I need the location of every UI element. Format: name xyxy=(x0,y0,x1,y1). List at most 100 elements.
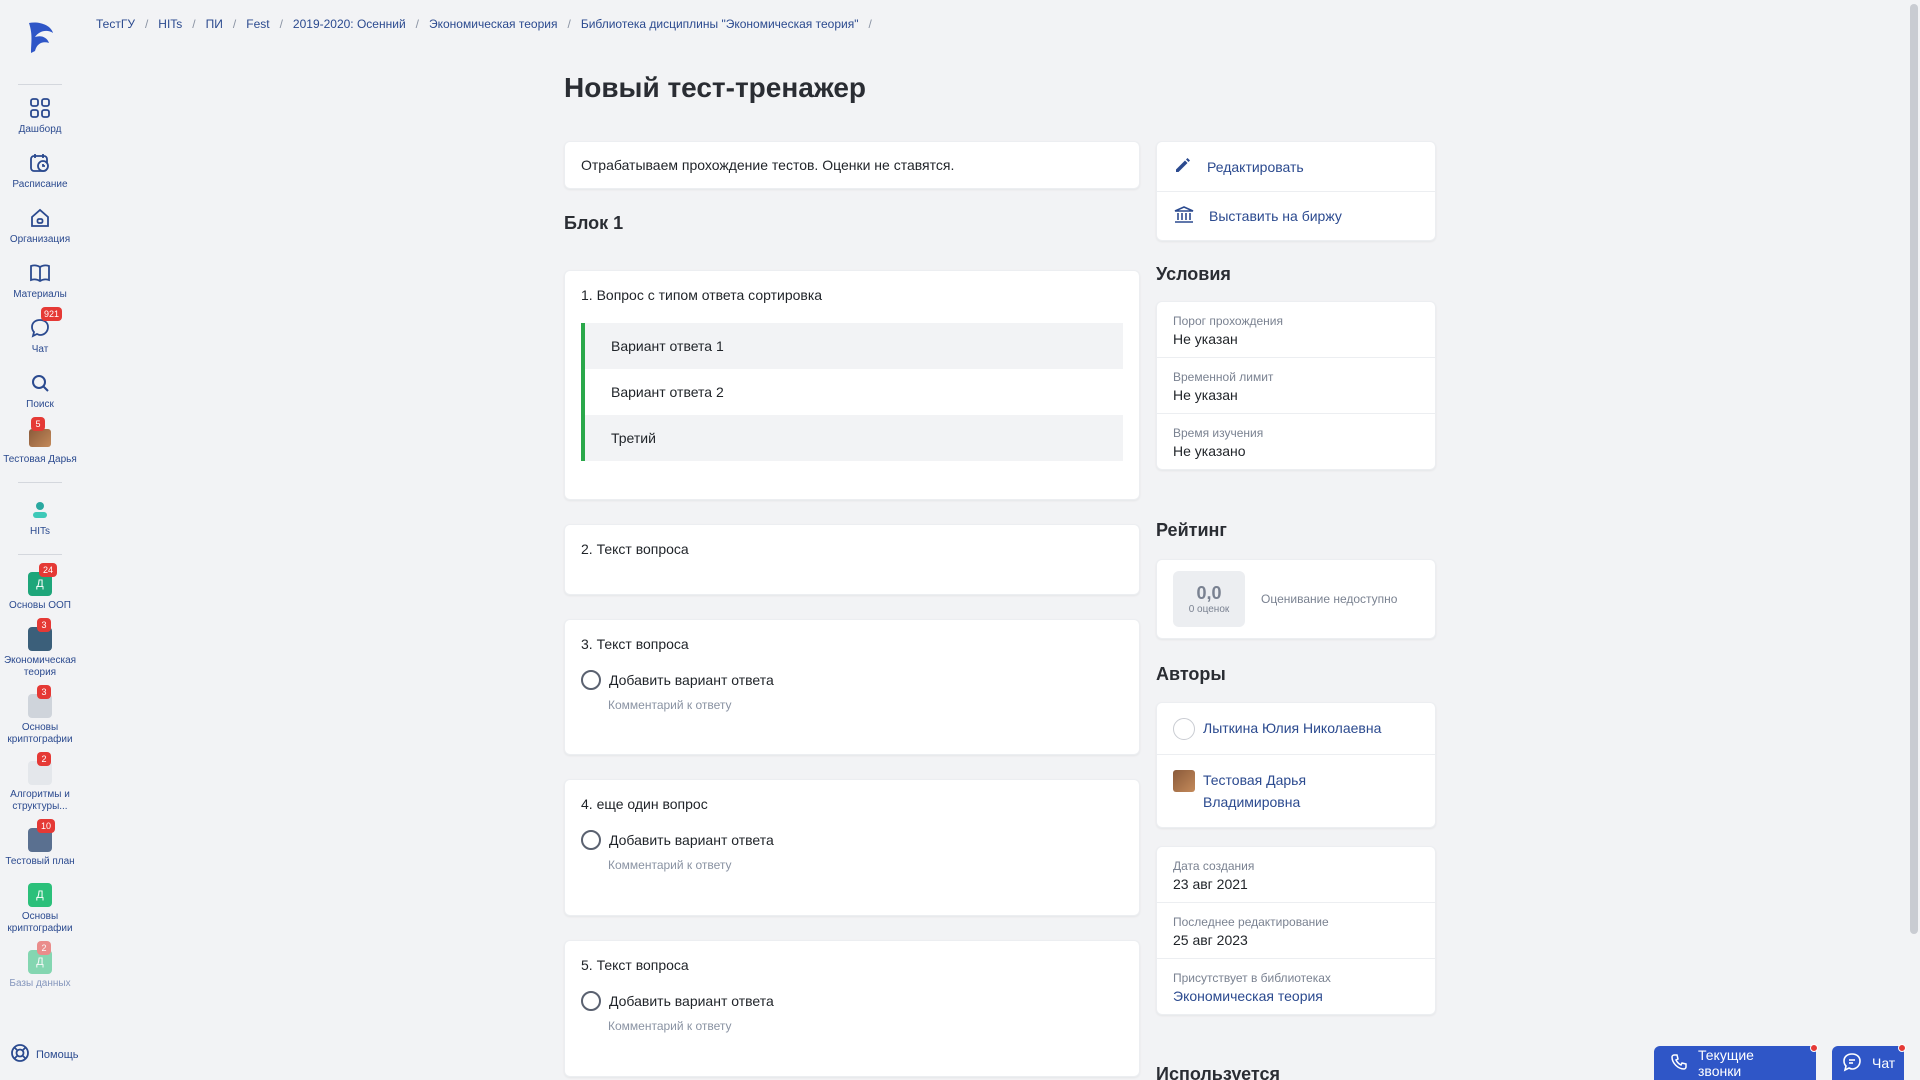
sidebar-item-search[interactable]: Поиск xyxy=(0,370,80,411)
answer-option[interactable]: Добавить вариант ответа xyxy=(581,670,1123,690)
sidebar-course-item[interactable]: Д 2 Базы данных кратко xyxy=(0,941,80,992)
course-letter: Д xyxy=(28,883,52,907)
question-title: 5. Текст вопроса xyxy=(581,957,689,973)
breadcrumb-separator: / xyxy=(144,17,149,31)
course-thumbnail: Д 2 xyxy=(27,941,53,975)
author-name[interactable]: Лыткина Юлия Николаевна xyxy=(1203,717,1381,740)
condition-value: Не указан xyxy=(1173,387,1238,403)
breadcrumb-item[interactable]: 2019-2020: Осенний xyxy=(293,17,406,31)
answer-comment: Комментарий к ответу xyxy=(608,698,732,712)
sidebar-course-item[interactable]: Д Основы криптографии xyxy=(0,882,80,935)
course-thumbnail: Д 24 xyxy=(27,563,57,597)
sidebar-item-label: Чат xyxy=(31,344,49,355)
rating-status: Оценивание недоступно xyxy=(1261,592,1398,606)
question-title: 2. Текст вопроса xyxy=(581,541,689,557)
used-heading: Используется xyxy=(1156,1064,1281,1080)
breadcrumb-item[interactable]: Библиотека дисциплины "Экономическая тео… xyxy=(581,17,859,31)
course-label: Тестовый план xyxy=(5,856,75,867)
breadcrumb-item[interactable]: Fest xyxy=(246,17,269,31)
user-avatar: 5 xyxy=(27,417,53,451)
condition-label: Порог прохождения xyxy=(1173,314,1284,328)
breadcrumb-item[interactable]: ПИ xyxy=(206,17,223,31)
authors-card: Лыткина Юлия Николаевна Тестовая Дарья В… xyxy=(1156,702,1436,828)
sidebar-course-item[interactable]: 3 Основы криптографии xyxy=(0,685,80,746)
author-item[interactable]: Лыткина Юлия Николаевна xyxy=(1157,703,1435,754)
meta-card: Дата создания 23 авг 2021 Последнее реда… xyxy=(1156,846,1436,1015)
breadcrumb-item[interactable]: HITs xyxy=(158,17,182,31)
sidebar-course-item[interactable]: Д 24 Основы ООП xyxy=(0,563,80,612)
course-label: Базы данных кратко xyxy=(9,978,71,992)
breadcrumb-separator: / xyxy=(232,17,237,31)
radio-button[interactable] xyxy=(581,670,601,690)
sort-option[interactable]: Вариант ответа 2 xyxy=(585,369,1123,415)
answer-option[interactable]: Добавить вариант ответа xyxy=(581,991,1123,1011)
library-link[interactable]: Экономическая теория xyxy=(1173,988,1419,1004)
answer-option[interactable]: Добавить вариант ответа xyxy=(581,830,1123,850)
radio-button[interactable] xyxy=(581,830,601,850)
rating-score: 0,0 0 оценок xyxy=(1173,571,1245,627)
breadcrumb-separator: / xyxy=(567,17,571,31)
sidebar-divider xyxy=(18,554,62,555)
condition-value: Не указано xyxy=(1173,443,1246,459)
created-value: 23 авг 2021 xyxy=(1173,876,1248,892)
notification-dot xyxy=(1898,1044,1906,1052)
breadcrumb-item[interactable]: Экономическая теория xyxy=(429,17,557,31)
sidebar-item-organization[interactable]: Организация xyxy=(0,205,80,246)
breadcrumb-item[interactable]: ТестГУ xyxy=(96,17,135,31)
condition-label: Время изучения xyxy=(1173,426,1264,440)
course-thumbnail: 2 xyxy=(27,752,53,786)
sidebar-item-materials[interactable]: Материалы xyxy=(0,260,80,301)
radio-button[interactable] xyxy=(581,991,601,1011)
rating-value: 0,0 xyxy=(1196,583,1222,603)
edit-label: Редактировать xyxy=(1207,158,1304,175)
sidebar-course-item[interactable]: 10 Тестовый план xyxy=(0,819,80,868)
sidebar-item-profile[interactable]: 5 Тестовая Дарья xyxy=(0,417,80,466)
chat-float-label: Чат xyxy=(1872,1055,1896,1071)
sidebar-divider xyxy=(18,84,62,85)
meta-item: Последнее редактирование 25 авг 2023 xyxy=(1157,902,1435,958)
course-label: Алгоритмы и структуры... xyxy=(10,789,70,812)
help-link[interactable]: Помощь xyxy=(10,1043,79,1066)
question-title: 1. Вопрос с типом ответа сортировка xyxy=(581,287,823,303)
chat-badge: 921 xyxy=(41,307,63,321)
scrollbar[interactable] xyxy=(1908,0,1920,1080)
author-item[interactable]: Тестовая Дарья Владимировна xyxy=(1157,754,1435,827)
chat-float-button[interactable]: Чат xyxy=(1832,1044,1906,1080)
condition-value: Не указан xyxy=(1173,331,1238,347)
chat-icon xyxy=(1842,1052,1862,1075)
condition-label: Временной лимит xyxy=(1173,370,1274,384)
sidebar-divider xyxy=(18,482,62,483)
question-card: 4. еще один вопрос Добавить вариант отве… xyxy=(564,779,1140,916)
book-icon xyxy=(27,260,53,286)
author-name[interactable]: Тестовая Дарья Владимировна xyxy=(1203,769,1343,813)
app-logo-icon[interactable] xyxy=(20,18,60,58)
meta-item: Присутствует в библиотеках Экономическая… xyxy=(1157,958,1435,1014)
chat-icon: 921 xyxy=(27,307,63,341)
sidebar-item-org-hits[interactable]: HITs xyxy=(0,497,80,538)
sort-option[interactable]: Третий xyxy=(585,415,1123,461)
sort-option[interactable]: Вариант ответа 1 xyxy=(585,323,1123,369)
course-thumbnail: 10 xyxy=(27,819,55,853)
sidebar-item-schedule[interactable]: Расписание xyxy=(0,150,80,191)
description-card: Отрабатываем прохождение тестов. Оценки … xyxy=(564,141,1140,189)
current-calls-button[interactable]: Текущие звонки xyxy=(1654,1044,1818,1080)
condition-item: Порог прохождения Не указан xyxy=(1157,302,1435,357)
sidebar-item-chat[interactable]: 921 Чат xyxy=(0,307,80,356)
meta-item: Дата создания 23 авг 2021 xyxy=(1157,847,1435,902)
question-card: 3. Текст вопроса Добавить вариант ответа… xyxy=(564,619,1140,755)
exchange-label: Выставить на биржу xyxy=(1209,208,1342,224)
sidebar-course-item[interactable]: 2 Алгоритмы и структуры... xyxy=(0,752,80,813)
edit-button[interactable]: Редактировать xyxy=(1157,142,1435,191)
scrollbar-thumb[interactable] xyxy=(1910,4,1918,934)
course-badge: 2 xyxy=(37,752,51,766)
actions-card: Редактировать Выставить на биржу xyxy=(1156,141,1436,241)
profile-badge: 5 xyxy=(31,417,45,431)
author-avatar xyxy=(1173,718,1195,740)
home-icon xyxy=(27,205,53,231)
sidebar-item-dashboard[interactable]: Дашборд xyxy=(0,95,80,136)
exchange-button[interactable]: Выставить на биржу xyxy=(1157,191,1435,240)
course-label: Экономическая теория xyxy=(3,655,77,678)
breadcrumb: ТестГУ / HITs / ПИ / Fest / 2019-2020: Осенн… xyxy=(96,17,882,31)
sidebar-course-item[interactable]: 3 Экономическая теория xyxy=(0,618,80,679)
breadcrumb-separator: / xyxy=(868,17,872,31)
